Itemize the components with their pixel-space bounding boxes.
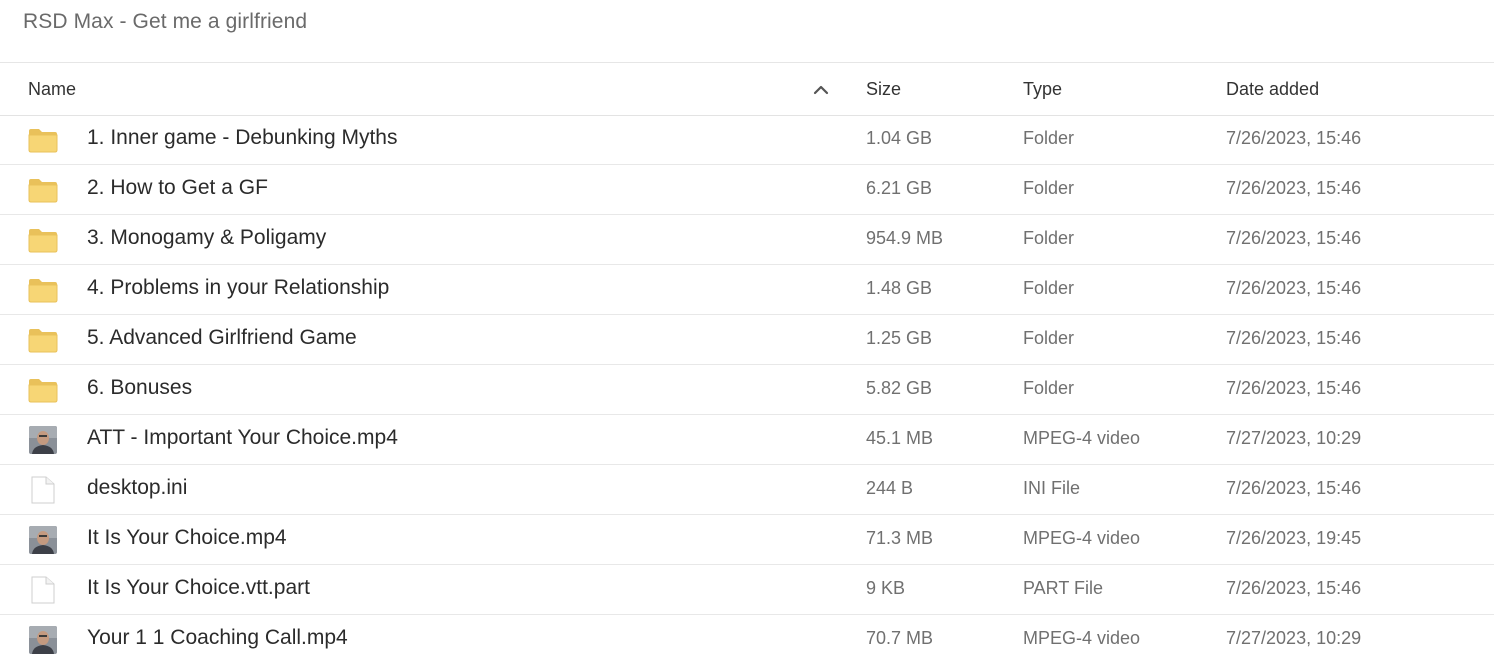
column-header-name[interactable]: Name [28, 79, 76, 100]
file-row[interactable]: 5. Advanced Girlfriend Game 1.25 GB Folder… [0, 315, 1494, 365]
file-size: 1.48 GB [866, 278, 933, 298]
file-name: It Is Your Choice.mp4 [87, 526, 287, 549]
file-name: 4. Problems in your Relationship [87, 276, 390, 299]
file-type: MPEG-4 video [1023, 528, 1141, 548]
file-date-added: 7/26/2023, 15:46 [1226, 228, 1362, 248]
file-name: desktop.ini [87, 476, 188, 499]
file-size: 954.9 MB [866, 228, 944, 248]
file-row[interactable]: It Is Your Choice.vtt.part 9 KB PART File 7… [0, 565, 1494, 615]
file-list: 1. Inner game - Debunking Myths 1.04 GB Fo… [0, 115, 1494, 657]
file-size: 1.04 GB [866, 128, 933, 148]
file-date-added: 7/26/2023, 15:46 [1226, 178, 1362, 198]
file-row[interactable]: It Is Your Choice.mp4 71.3 MB MPEG-4 video… [0, 515, 1494, 565]
file-row[interactable]: 6. Bonuses 5.82 GB Folder 7/26/2023, 15:46 [0, 365, 1494, 415]
breadcrumb[interactable]: RSD Max - Get me a girlfriend [23, 10, 307, 34]
file-type: Folder [1023, 328, 1075, 348]
video-thumbnail-icon [29, 526, 57, 554]
file-date-added: 7/26/2023, 15:46 [1226, 278, 1362, 298]
file-type: Folder [1023, 228, 1075, 248]
file-type: Folder [1023, 178, 1075, 198]
file-name: 2. How to Get a GF [87, 176, 268, 199]
folder-icon [28, 129, 58, 153]
file-type: MPEG-4 video [1023, 628, 1141, 648]
table-header: Name Size Type Date added [0, 63, 1494, 116]
file-name: 5. Advanced Girlfriend Game [87, 326, 357, 349]
file-type: MPEG-4 video [1023, 428, 1141, 448]
file-browser: RSD Max - Get me a girlfriend Name Size … [0, 0, 1494, 657]
file-size: 1.25 GB [866, 328, 933, 348]
file-size: 244 B [866, 478, 914, 498]
file-row[interactable]: ATT - Important Your Choice.mp4 45.1 MB MP… [0, 415, 1494, 465]
file-name: ATT - Important Your Choice.mp4 [87, 426, 398, 449]
folder-icon [28, 229, 58, 253]
file-size: 5.82 GB [866, 378, 933, 398]
video-thumbnail-icon [29, 626, 57, 654]
file-type: Folder [1023, 278, 1075, 298]
file-row[interactable]: 2. How to Get a GF 6.21 GB Folder 7/26/2023… [0, 165, 1494, 215]
sort-ascending-icon[interactable] [812, 83, 830, 97]
column-header-type[interactable]: Type [1023, 79, 1062, 100]
file-row[interactable]: desktop.ini 244 B INI File 7/26/2023, 15:46 [0, 465, 1494, 515]
file-date-added: 7/26/2023, 15:46 [1226, 128, 1362, 148]
column-header-size[interactable]: Size [866, 79, 901, 100]
file-date-added: 7/26/2023, 15:46 [1226, 378, 1362, 398]
file-name: 3. Monogamy & Poligamy [87, 226, 327, 249]
file-name: It Is Your Choice.vtt.part [87, 576, 310, 599]
file-type: INI File [1023, 478, 1081, 498]
file-date-added: 7/26/2023, 19:45 [1226, 528, 1362, 548]
file-icon [31, 476, 55, 504]
file-name: 1. Inner game - Debunking Myths [87, 126, 398, 149]
file-name: Your 1 1 Coaching Call.mp4 [87, 626, 348, 649]
file-type: Folder [1023, 378, 1075, 398]
file-row[interactable]: 4. Problems in your Relationship 1.48 GB F… [0, 265, 1494, 315]
file-size: 9 KB [866, 578, 906, 598]
file-size: 71.3 MB [866, 528, 934, 548]
file-size: 70.7 MB [866, 628, 934, 648]
file-date-added: 7/27/2023, 10:29 [1226, 428, 1362, 448]
folder-icon [28, 179, 58, 203]
folder-icon [28, 379, 58, 403]
file-row[interactable]: 1. Inner game - Debunking Myths 1.04 GB Fo… [0, 115, 1494, 165]
file-date-added: 7/26/2023, 15:46 [1226, 328, 1362, 348]
file-icon [31, 576, 55, 604]
file-size: 6.21 GB [866, 178, 933, 198]
file-name: 6. Bonuses [87, 376, 193, 399]
video-thumbnail-icon [29, 426, 57, 454]
file-type: PART File [1023, 578, 1104, 598]
column-header-date[interactable]: Date added [1226, 79, 1319, 100]
file-row[interactable]: Your 1 1 Coaching Call.mp4 70.7 MB MPEG-4 … [0, 615, 1494, 657]
file-date-added: 7/26/2023, 15:46 [1226, 478, 1362, 498]
folder-icon [28, 329, 58, 353]
folder-icon [28, 279, 58, 303]
file-date-added: 7/26/2023, 15:46 [1226, 578, 1362, 598]
file-size: 45.1 MB [866, 428, 934, 448]
file-row[interactable]: 3. Monogamy & Poligamy 954.9 MB Folder 7/26… [0, 215, 1494, 265]
file-date-added: 7/27/2023, 10:29 [1226, 628, 1362, 648]
file-type: Folder [1023, 128, 1075, 148]
